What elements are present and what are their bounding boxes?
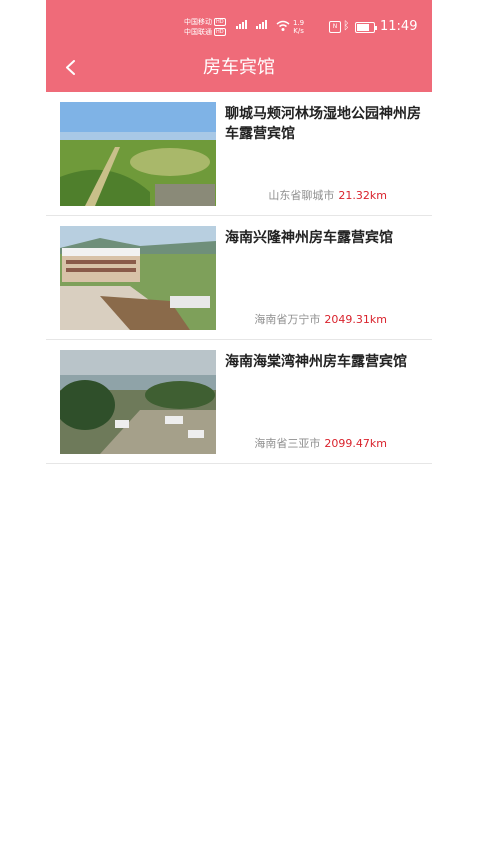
- hotel-photo: [60, 350, 216, 454]
- hotel-meta: 海南省三亚市 2099.47km: [254, 437, 387, 451]
- battery-level: [357, 24, 369, 31]
- hotel-distance: 21.32km: [338, 189, 387, 202]
- status-bar: 中国移动 HD 中国联通 HD 1.9 K/s N ᛒ 11:49: [46, 0, 432, 40]
- network-speed: 1.9 K/s: [293, 19, 304, 35]
- speed-value: 1.9: [293, 19, 305, 27]
- speed-unit: K/s: [293, 27, 304, 35]
- hotel-distance: 2049.31km: [324, 313, 387, 326]
- hd-badge: HD: [214, 18, 226, 26]
- signal-icon: [256, 20, 267, 29]
- signal-icon: [236, 20, 247, 29]
- hotel-photo: [60, 102, 216, 206]
- hotel-item[interactable]: 海南兴隆神州房车露营宾馆 海南省万宁市 2049.31km: [46, 216, 432, 340]
- page-title: 房车宾馆: [203, 57, 275, 78]
- bluetooth-icon: ᛒ: [343, 19, 350, 32]
- battery-icon: [355, 22, 377, 33]
- hotel-item[interactable]: 聊城马颊河林场湿地公园神州房车露营宾馆 山东省聊城市 21.32km: [46, 92, 432, 216]
- hotel-name: 海南海棠湾神州房车露营宾馆: [225, 354, 407, 370]
- hotel-location: 山东省聊城市: [268, 189, 335, 202]
- carrier-1: 中国移动: [184, 18, 212, 26]
- carrier-info: 中国移动 HD 中国联通 HD: [184, 17, 226, 37]
- hotel-meta: 山东省聊城市 21.32km: [268, 189, 387, 203]
- hotel-distance: 2099.47km: [324, 437, 387, 450]
- hotel-name: 海南兴隆神州房车露营宾馆: [225, 230, 393, 246]
- hotel-meta: 海南省万宁市 2049.31km: [254, 313, 387, 327]
- hotel-item[interactable]: 海南海棠湾神州房车露营宾馆 海南省三亚市 2099.47km: [46, 340, 432, 464]
- app-screen: 中国移动 HD 中国联通 HD 1.9 K/s N ᛒ 11:49 房车宾馆 聊…: [46, 0, 432, 850]
- header-bar: 中国移动 HD 中国联通 HD 1.9 K/s N ᛒ 11:49 房车宾馆: [46, 0, 432, 92]
- hd-badge: HD: [214, 28, 226, 36]
- clock: 11:49: [380, 19, 418, 34]
- carrier-2: 中国联通: [184, 28, 212, 36]
- wifi-icon: [276, 20, 290, 31]
- hotel-location: 海南省三亚市: [254, 437, 321, 450]
- hotel-name: 聊城马颊河林场湿地公园神州房车露营宾馆: [225, 106, 421, 142]
- hotel-location: 海南省万宁市: [254, 313, 321, 326]
- nfc-icon: N: [329, 21, 341, 33]
- hotel-photo: [60, 226, 216, 330]
